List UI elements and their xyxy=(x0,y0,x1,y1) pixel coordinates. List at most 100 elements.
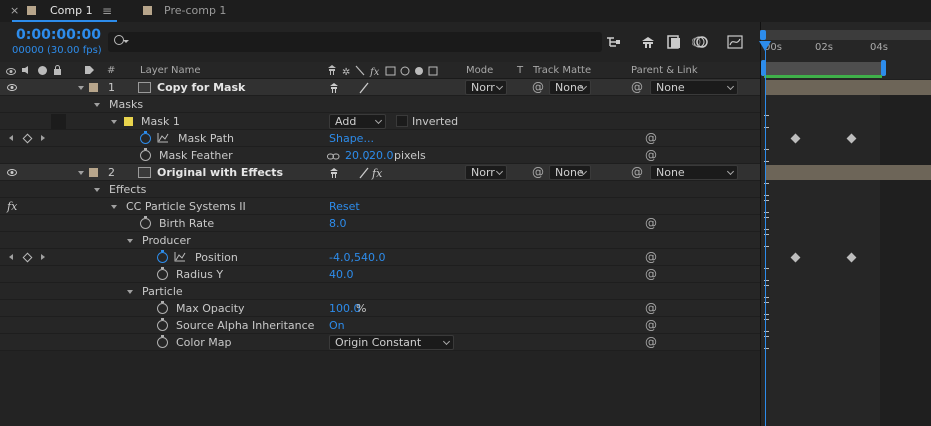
mask-path-label: Mask Path xyxy=(178,132,234,145)
cc-particle-label[interactable]: CC Particle Systems II xyxy=(126,198,246,215)
layer-2-name[interactable]: Original with Effects xyxy=(157,164,283,181)
constrain-proportions-link-icon[interactable] xyxy=(327,151,340,160)
mask-feather-separator: , xyxy=(365,149,369,162)
effect-fx-icon[interactable]: fx xyxy=(7,198,17,215)
producer-group-row[interactable] xyxy=(0,232,760,249)
layer-2-parent-dropdown[interactable]: None xyxy=(650,165,738,180)
layer-2-parent-pickwhip-icon[interactable]: @ xyxy=(631,164,643,181)
layer-1-track-matte-dropdown[interactable]: None xyxy=(549,80,591,95)
video-switch-column-icon xyxy=(6,66,16,75)
frame-rate-info: 00000 (30.00 fps) xyxy=(12,45,102,56)
tab-pre-comp-1[interactable]: Pre-comp 1 xyxy=(164,0,226,22)
max-opacity-pickwhip-icon[interactable]: @ xyxy=(645,300,657,317)
next-keyframe-icon[interactable] xyxy=(41,135,45,141)
work-area-end-handle[interactable] xyxy=(881,60,886,76)
layer-1-mode-dropdown[interactable]: Norr xyxy=(465,80,507,95)
column-num: # xyxy=(107,65,116,76)
mask-1-color-swatch[interactable] xyxy=(124,117,133,126)
mask-1-twirl-icon[interactable] xyxy=(111,120,117,124)
column-track-matte[interactable]: Track Matte xyxy=(533,63,591,78)
previous-keyframe-icon[interactable] xyxy=(9,135,13,141)
draft-3d-icon[interactable] xyxy=(640,35,656,49)
layer-1-quality-icon[interactable] xyxy=(358,82,370,94)
column-parent-link[interactable]: Parent & Link xyxy=(631,63,698,78)
next-keyframe-icon[interactable] xyxy=(41,254,45,260)
layer-2-matte-pickwhip-icon[interactable]: @ xyxy=(532,164,544,181)
time-navigator-bar[interactable] xyxy=(760,30,931,40)
layer-2-number: 2 xyxy=(108,166,115,179)
layer-2-track-matte-dropdown[interactable]: None xyxy=(549,165,591,180)
masks-twirl-icon[interactable] xyxy=(94,103,100,107)
column-mode[interactable]: Mode xyxy=(466,63,493,78)
mask-1-mode-dropdown[interactable]: Add xyxy=(329,114,386,129)
layer-1-twirl-icon[interactable] xyxy=(78,86,84,90)
mask-feather-value-y[interactable]: 20.0 xyxy=(369,147,394,164)
max-opacity-stopwatch-icon[interactable] xyxy=(157,301,168,314)
birth-rate-value[interactable]: 8.0 xyxy=(329,215,347,232)
time-navigator-start-handle[interactable] xyxy=(760,30,766,40)
column-layer-name[interactable]: Layer Name xyxy=(140,63,201,78)
radius-y-value[interactable]: 40.0 xyxy=(329,266,354,283)
layer-1-name[interactable]: Copy for Mask xyxy=(157,79,245,96)
current-timecode[interactable]: 0:00:00:00 xyxy=(16,27,101,43)
close-icon[interactable]: × xyxy=(10,0,19,22)
motion-blur-icon[interactable] xyxy=(691,35,708,49)
max-opacity-label: Max Opacity xyxy=(176,302,245,315)
panel-menu-icon[interactable]: ≡ xyxy=(102,0,112,22)
tab-label-comp-1[interactable]: Comp 1 xyxy=(50,0,93,22)
mask-1-solo-cell[interactable] xyxy=(51,114,66,129)
mask-1-inverted-checkbox[interactable] xyxy=(396,115,408,127)
previous-keyframe-icon[interactable] xyxy=(9,254,13,260)
ruler-label-04s: 04s xyxy=(870,42,888,53)
layer-2-label-color[interactable] xyxy=(89,168,98,177)
color-map-dropdown[interactable]: Origin Constant xyxy=(329,335,454,350)
layer-2-duration-bar[interactable] xyxy=(766,165,931,180)
cc-particle-reset-link[interactable]: Reset xyxy=(329,198,360,215)
color-map-pickwhip-icon[interactable]: @ xyxy=(645,334,657,351)
work-area-bar[interactable] xyxy=(764,62,886,75)
color-map-stopwatch-icon[interactable] xyxy=(157,335,168,348)
birth-rate-stopwatch-icon[interactable] xyxy=(140,216,151,229)
source-alpha-stopwatch-icon[interactable] xyxy=(157,318,168,331)
producer-twirl-icon[interactable] xyxy=(127,239,133,243)
source-alpha-value[interactable]: On xyxy=(329,317,345,334)
mask-path-graph-icon[interactable] xyxy=(157,132,169,143)
mask-path-value[interactable]: Shape... xyxy=(329,130,374,147)
layer-2-mode-dropdown[interactable]: Norr xyxy=(465,165,507,180)
layer-list-empty-area xyxy=(0,351,760,426)
mask-path-stopwatch-icon[interactable] xyxy=(140,131,151,144)
position-stopwatch-icon[interactable] xyxy=(157,250,168,263)
layer-1-matte-pickwhip-icon[interactable]: @ xyxy=(532,79,544,96)
ruler-label-02s: 02s xyxy=(815,42,833,53)
max-opacity-unit: % xyxy=(356,302,367,315)
position-graph-icon[interactable] xyxy=(174,251,186,262)
graph-editor-icon[interactable] xyxy=(727,35,743,49)
position-pickwhip-icon[interactable]: @ xyxy=(645,249,657,266)
birth-rate-pickwhip-icon[interactable]: @ xyxy=(645,215,657,232)
frame-blending-icon[interactable] xyxy=(666,35,682,49)
radius-y-pickwhip-icon[interactable]: @ xyxy=(645,266,657,283)
effects-twirl-icon[interactable] xyxy=(94,188,100,192)
cc-particle-twirl-icon[interactable] xyxy=(111,205,117,209)
source-alpha-pickwhip-icon[interactable]: @ xyxy=(645,317,657,334)
radius-y-stopwatch-icon[interactable] xyxy=(157,267,168,280)
mask-feather-stopwatch-icon[interactable] xyxy=(140,148,151,161)
layer-2-twirl-icon[interactable] xyxy=(78,171,84,175)
mask-1-label[interactable]: Mask 1 xyxy=(141,113,180,130)
layer-2-effects-icon[interactable]: fx xyxy=(372,165,382,182)
mask-feather-pickwhip-icon[interactable]: @ xyxy=(645,147,657,164)
layer-1-shy-icon[interactable] xyxy=(328,82,340,94)
mask-path-pickwhip-icon[interactable]: @ xyxy=(645,130,657,147)
layer-2-shy-icon[interactable] xyxy=(328,167,340,179)
layer-1-duration-bar[interactable] xyxy=(766,80,931,95)
search-input[interactable] xyxy=(108,32,602,52)
svg-text:✲: ✲ xyxy=(342,67,350,77)
particle-twirl-icon[interactable] xyxy=(127,290,133,294)
position-value[interactable]: -4.0,540.0 xyxy=(329,249,385,266)
layer-1-parent-dropdown[interactable]: None xyxy=(650,80,738,95)
layer-1-parent-pickwhip-icon[interactable]: @ xyxy=(631,79,643,96)
layer-1-label-color[interactable] xyxy=(89,83,98,92)
layer-2-quality-icon[interactable] xyxy=(358,167,370,179)
particle-group-row[interactable] xyxy=(0,283,760,300)
composition-mini-flowchart-icon[interactable] xyxy=(606,36,622,48)
